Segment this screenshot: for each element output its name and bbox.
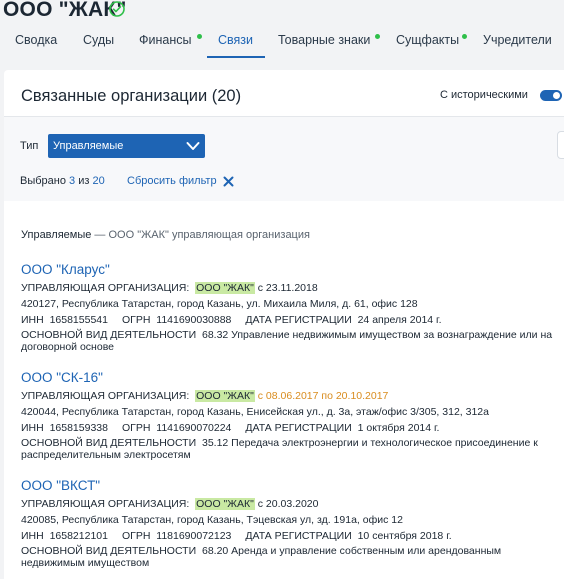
tab-bar: Сводка Суды Финансы Связи Товарные знаки… [0, 28, 564, 58]
tab-label: Сводка [15, 33, 58, 47]
reg-date-label: ДАТА РЕГИСТРАЦИИ [245, 314, 352, 326]
reg-date-value: 1 октября 2014 г. [357, 422, 440, 434]
reg-date-label: ДАТА РЕГИСТРАЦИИ [245, 530, 352, 542]
type-select-value: Управляемые [53, 140, 124, 152]
tab-summary[interactable]: Сводка [15, 33, 57, 47]
tab-label: Суды [83, 33, 115, 47]
tab-facts[interactable]: Сущфакты [396, 33, 467, 47]
update-dot [462, 34, 467, 39]
org-ids-line: ИНН 1658155541 ОГРН 1141690030888 ДАТА РЕГ… [21, 312, 561, 328]
org-item: ООО "Кларус" УПРАВЛЯЮЩАЯ ОРГАНИЗАЦИЯ: ОО… [21, 262, 561, 353]
org-ids-line: ИНН 1658159338 ОГРН 1141690070224 ДАТА РЕГ… [21, 420, 561, 436]
update-dot [375, 34, 380, 39]
related-orgs-card: Связанные организации (20) С исторически… [4, 70, 564, 579]
manager-period: с 20.03.2020 [257, 498, 319, 510]
selected-of: из [78, 175, 90, 187]
tab-label: Связи [218, 33, 254, 47]
tab-label: Товарные знаки [278, 33, 371, 47]
manager-link[interactable]: ООО "ЖАК" [195, 282, 255, 294]
close-icon[interactable] [223, 176, 234, 187]
tab-trademarks[interactable]: Товарные знаки [278, 33, 380, 47]
org-name-link[interactable]: ООО "ВКСТ" [21, 478, 561, 493]
type-select[interactable]: Управляемые [48, 134, 205, 158]
reg-date-value: 10 сентября 2018 г. [357, 530, 452, 542]
activity-label: ОСНОВНОЙ ВИД ДЕЯТЕЛЬНОСТИ [21, 545, 197, 557]
tab-founders[interactable]: Учредители [483, 33, 552, 47]
ogrn-label: ОГРН [121, 314, 151, 326]
filter-panel: Тип Управляемые Выбрано 3 из 20 Сбросить… [4, 117, 564, 201]
check-circle-icon [109, 1, 125, 17]
ogrn-value: 1141690070224 [156, 422, 232, 434]
historical-label: С историческими [440, 89, 528, 101]
inn-label: ИНН [21, 314, 44, 326]
card-title: Связанные организации (20) [21, 87, 242, 105]
org-activity: ОСНОВНОЙ ВИД ДЕЯТЕЛЬНОСТИ 68.32 Управлен… [21, 329, 561, 353]
ogrn-value: 1181690072123 [156, 530, 232, 542]
inn-value: 1658212101 [49, 530, 108, 542]
org-item: ООО "СК-16" УПРАВЛЯЮЩАЯ ОРГАНИЗАЦИЯ: ООО… [21, 370, 561, 461]
historical-toggle[interactable] [540, 90, 562, 101]
section-description: — ООО "ЖАК" управляющая организация [91, 229, 310, 241]
inn-label: ИНН [21, 530, 44, 542]
ogrn-label: ОГРН [121, 530, 151, 542]
org-name-link[interactable]: ООО "СК-16" [21, 370, 561, 385]
activity-label: ОСНОВНОЙ ВИД ДЕЯТЕЛЬНОСТИ [21, 437, 197, 449]
company-header: ООО "ЖАК" Сводка Суды Финансы Связи Това… [0, 0, 564, 62]
org-item: ООО "ВКСТ" УПРАВЛЯЮЩАЯ ОРГАНИЗАЦИЯ: ООО … [21, 478, 561, 569]
org-manager-line: УПРАВЛЯЮЩАЯ ОРГАНИЗАЦИЯ: ООО "ЖАК" с 20.… [21, 496, 561, 512]
selected-total: 20 [92, 175, 105, 187]
org-activity: ОСНОВНОЙ ВИД ДЕЯТЕЛЬНОСТИ 35.12 Передача… [21, 437, 561, 461]
manager-period: с 08.06.2017 по 20.10.2017 [257, 390, 389, 402]
reg-date-label: ДАТА РЕГИСТРАЦИИ [245, 422, 352, 434]
org-address: 420044, Республика Татарстан, город Каза… [21, 406, 489, 418]
selected-prefix: Выбрано [20, 175, 66, 187]
ogrn-label: ОГРН [121, 422, 151, 434]
org-ids-line: ИНН 1658212101 ОГРН 1181690072123 ДАТА РЕГ… [21, 528, 561, 544]
manager-link[interactable]: ООО "ЖАК" [195, 390, 255, 402]
manager-link[interactable]: ООО "ЖАК" [195, 498, 255, 510]
org-manager-line: УПРАВЛЯЮЩАЯ ОРГАНИЗАЦИЯ: ООО "ЖАК" с 23.… [21, 280, 561, 296]
tab-label: Учредители [483, 33, 552, 47]
tab-finance[interactable]: Финансы [139, 33, 202, 47]
activity-label: ОСНОВНОЙ ВИД ДЕЯТЕЛЬНОСТИ [21, 329, 197, 341]
reset-filter-link[interactable]: Сбросить фильтр [127, 175, 217, 187]
chevron-down-icon [186, 142, 200, 150]
update-dot [197, 34, 202, 39]
inn-value: 1658155541 [49, 314, 108, 326]
selected-count: Выбрано 3 из 20 [20, 175, 105, 187]
org-activity: ОСНОВНОЙ ВИД ДЕЯТЕЛЬНОСТИ 68.20 Аренда и… [21, 545, 561, 569]
org-address: 420085, Республика Татарстан, город Каза… [21, 514, 403, 526]
active-tab-indicator [207, 56, 265, 58]
selected-number: 3 [69, 175, 76, 187]
reg-date-value: 24 апреля 2014 г. [357, 314, 442, 326]
section-caption: Управляемые — ООО "ЖАК" управляющая орга… [21, 229, 310, 241]
tab-courts[interactable]: Суды [83, 33, 114, 47]
tab-label: Сущфакты [396, 33, 460, 47]
org-manager-line: УПРАВЛЯЮЩАЯ ОРГАНИЗАЦИЯ: ООО "ЖАК" с 08.… [21, 388, 561, 404]
org-address: 420127, Республика Татарстан, город Каза… [21, 298, 418, 310]
side-panel-handle[interactable] [557, 131, 564, 159]
tab-label: Финансы [139, 33, 192, 47]
org-name-link[interactable]: ООО "Кларус" [21, 262, 561, 277]
inn-value: 1658159338 [49, 422, 108, 434]
manager-period: с 23.11.2018 [257, 282, 318, 294]
type-label: Тип [20, 140, 39, 152]
company-title: ООО "ЖАК" [3, 0, 127, 21]
mgmt-label: УПРАВЛЯЮЩАЯ ОРГАНИЗАЦИЯ: [21, 390, 190, 402]
mgmt-label: УПРАВЛЯЮЩАЯ ОРГАНИЗАЦИЯ: [21, 498, 190, 510]
section-name: Управляемые [21, 229, 92, 241]
ogrn-value: 1141690030888 [156, 314, 232, 326]
tab-connections[interactable]: Связи [218, 33, 253, 47]
inn-label: ИНН [21, 422, 44, 434]
mgmt-label: УПРАВЛЯЮЩАЯ ОРГАНИЗАЦИЯ: [21, 282, 190, 294]
